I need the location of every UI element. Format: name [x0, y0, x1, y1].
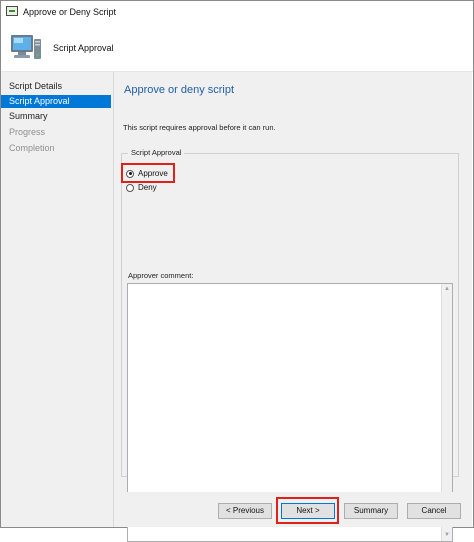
page-title: Approve or deny script: [124, 84, 235, 96]
sidebar-item-script-details[interactable]: Script Details: [1, 80, 111, 93]
scroll-up-icon[interactable]: ▲: [442, 284, 452, 295]
approver-comment-label: Approver comment:: [128, 271, 194, 280]
script-approval-group: Script Approval Approve Deny Approver co…: [121, 148, 459, 542]
description-text: This script requires approval before it …: [123, 123, 276, 132]
scroll-down-icon[interactable]: ▼: [442, 530, 452, 541]
window-title: Approve or Deny Script: [23, 7, 117, 17]
computer-icon: [11, 35, 41, 59]
cancel-button[interactable]: Cancel: [407, 503, 461, 519]
title-bar[interactable]: Approve or Deny Script: [1, 1, 473, 23]
next-highlight: [276, 497, 339, 524]
dialog-window: Approve or Deny Script Script Approval S…: [0, 0, 474, 542]
main-panel: Approve or deny script This script requi…: [114, 72, 472, 542]
summary-button[interactable]: Summary: [344, 503, 398, 519]
wizard-sidebar: Script Details Script Approval Summary P…: [1, 72, 114, 527]
header-title: Script Approval: [53, 43, 114, 53]
sidebar-item-completion: Completion: [9, 143, 55, 153]
deny-option[interactable]: Deny: [126, 182, 157, 194]
sidebar-item-script-approval[interactable]: Script Approval: [1, 95, 111, 108]
deny-label: Deny: [138, 183, 157, 192]
approve-highlight: [121, 163, 175, 183]
wizard-header: Script Approval: [1, 23, 473, 72]
app-icon: [6, 6, 18, 16]
sidebar-item-summary[interactable]: Summary: [1, 110, 111, 123]
group-label: Script Approval: [128, 148, 185, 157]
sidebar-item-progress: Progress: [9, 127, 46, 137]
deny-radio[interactable]: [126, 183, 134, 192]
previous-button[interactable]: < Previous: [218, 503, 272, 519]
button-bar: < Previous Next > Summary Cancel: [114, 492, 472, 527]
